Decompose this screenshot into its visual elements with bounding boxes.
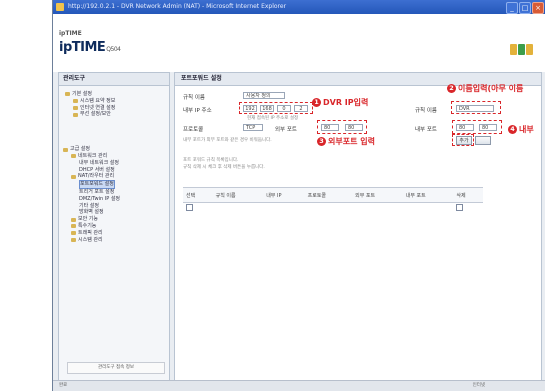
folder-icon <box>71 174 76 179</box>
name-highlight <box>451 101 501 114</box>
table-header-row: 선택 규칙 이름 내부 IP 프로토콜 외부 포트 내부 포트 삭제 <box>183 187 483 203</box>
folder-icon <box>71 154 76 159</box>
callout-3: 3 외부포트 입력 <box>317 136 375 147</box>
close-button[interactable]: × <box>532 2 544 14</box>
status-left: 완료 <box>59 383 68 388</box>
tree-item-network[interactable]: 네트워크 관리 <box>63 153 120 160</box>
header-icons <box>510 44 533 55</box>
col-select: 선택 <box>183 187 213 203</box>
rule-label: 규칙 이름 <box>183 95 205 101</box>
page-icon <box>73 105 78 110</box>
add-button-highlight <box>452 134 474 146</box>
callout-2: 2 이름입력(아무 이름 <box>447 83 523 94</box>
app-header: ipTIME ipTIMEQ504 <box>53 14 545 72</box>
callout-4: 4 내부 <box>508 124 534 135</box>
tree-item-traffic[interactable]: 트래픽 관리 <box>63 230 120 237</box>
rule-select[interactable]: 사용자 정의 <box>243 92 285 99</box>
page-icon <box>73 112 78 117</box>
callout-4-text: 내부 <box>519 125 534 134</box>
title-bar: http://192.0.2.1 - DVR Network Admin (NA… <box>53 0 545 14</box>
brand-name: ipTIME <box>59 40 106 55</box>
protocol-label: 프로토콜 <box>183 127 204 133</box>
ip-highlight <box>239 102 313 114</box>
col-rule-name: 규칙 이름 <box>212 187 264 203</box>
tree-item-advanced[interactable]: 고급 설정 <box>63 146 120 153</box>
folder-icon <box>63 147 68 152</box>
tree-item-summary[interactable]: 시스템 요약 정보 <box>63 98 120 105</box>
col-protocol: 프로토콜 <box>304 187 353 203</box>
ie-icon <box>56 3 64 11</box>
home-icon[interactable] <box>510 44 517 55</box>
current-ip-link[interactable]: 현재 접속된 IP 주소로 설정 <box>247 115 298 121</box>
callout-3-text: 외부포트 입력 <box>328 137 375 146</box>
folder-icon <box>71 224 76 229</box>
folder-icon <box>71 237 76 242</box>
callout-2-number: 2 <box>447 84 456 93</box>
int-port-label: 내부 포트 <box>415 127 437 133</box>
brand-logo: ipTIMEQ504 <box>59 40 121 55</box>
tree-item-basic[interactable]: 기본 설정 <box>63 91 120 98</box>
list-note-1: 포트 포워드 규칙 목록입니다. <box>183 158 239 163</box>
folder-icon <box>71 217 76 222</box>
sidebar: 관리도구 기본 설정 시스템 요약 정보 인터넷 연결 설정 무선 설정/보안 … <box>58 72 170 381</box>
int-port-highlight <box>452 120 502 134</box>
sidebar-footer-button[interactable]: 관리도구 접속 정보 <box>67 362 165 374</box>
tree-item-system[interactable]: 시스템 관리 <box>63 237 120 244</box>
tree-item-wireless[interactable]: 무선 설정/보안 <box>63 111 120 118</box>
list-note-2: 규칙 삭제 시 체크 후 삭제 버튼을 누릅니다. <box>183 165 265 170</box>
delete-checkbox[interactable] <box>456 203 464 211</box>
callout-1-text: DVR IP입력 <box>323 98 369 107</box>
brand-small: ipTIME <box>59 30 82 37</box>
cancel-button[interactable] <box>475 136 491 145</box>
callout-1: 1 DVR IP입력 <box>312 97 368 108</box>
brand-model: Q504 <box>106 46 121 53</box>
ext-port-highlight <box>317 120 367 134</box>
internal-ip-label: 내부 IP 주소 <box>183 108 212 114</box>
col-delete: 삭제 <box>453 187 483 203</box>
help-icon[interactable] <box>518 44 525 55</box>
status-bar: 완료 인터넷 <box>53 380 545 391</box>
callout-4-number: 4 <box>508 125 517 134</box>
folder-icon <box>71 231 76 236</box>
minimize-button[interactable]: _ <box>506 2 518 14</box>
port-hint: 내부 포트가 외부 포트와 같은 경우 비워둡니다. <box>183 138 272 143</box>
callout-3-number: 3 <box>317 137 326 146</box>
col-ext-port: 외부 포트 <box>352 187 403 203</box>
folder-icon <box>65 92 70 97</box>
sidebar-tree: 기본 설정 시스템 요약 정보 인터넷 연결 설정 무선 설정/보안 고급 설정… <box>63 91 120 243</box>
tree-item-portforward[interactable]: 포트포워드 설정 <box>63 180 120 189</box>
maximize-button[interactable]: □ <box>519 2 531 14</box>
tree-item-trigger[interactable]: 트리거 포트 설정 <box>63 189 120 196</box>
tree-item-dmz[interactable]: DMZ/Twin IP 설정 <box>63 196 120 203</box>
window-title: http://192.0.2.1 - DVR Network Admin (NA… <box>68 3 287 10</box>
col-internal-ip: 내부 IP <box>263 187 305 203</box>
browser-window: http://192.0.2.1 - DVR Network Admin (NA… <box>52 0 545 391</box>
main-panel: 포트포워드 설정 규칙 이름 사용자 정의 내부 IP 주소 192 168 0… <box>174 72 542 381</box>
col-int-port: 내부 포트 <box>402 187 454 203</box>
row-checkbox[interactable] <box>186 203 193 211</box>
rule-table: 선택 규칙 이름 내부 IP 프로토콜 외부 포트 내부 포트 삭제 <box>183 187 483 213</box>
status-zone: 인터넷 <box>472 383 485 388</box>
callout-2-text: 이름입력(아무 이름 <box>458 84 524 93</box>
tree-item-special[interactable]: 특수기능 <box>63 223 120 230</box>
protocol-select[interactable]: TCP <box>243 124 263 131</box>
callout-1-number: 1 <box>312 98 321 107</box>
ext-port-label: 외부 포트 <box>275 127 297 133</box>
tree-item-security[interactable]: 보안 기능 <box>63 216 120 223</box>
sidebar-title: 관리도구 <box>59 73 169 86</box>
page-icon <box>73 99 78 104</box>
tree-item-nat[interactable]: NAT/라우터 관리 <box>63 173 120 180</box>
logout-icon[interactable] <box>526 44 533 55</box>
name-label: 규칙 이름 <box>415 108 437 114</box>
table-row <box>183 203 483 214</box>
tree-item-lan[interactable]: 내부 네트워크 설정 <box>63 160 120 167</box>
